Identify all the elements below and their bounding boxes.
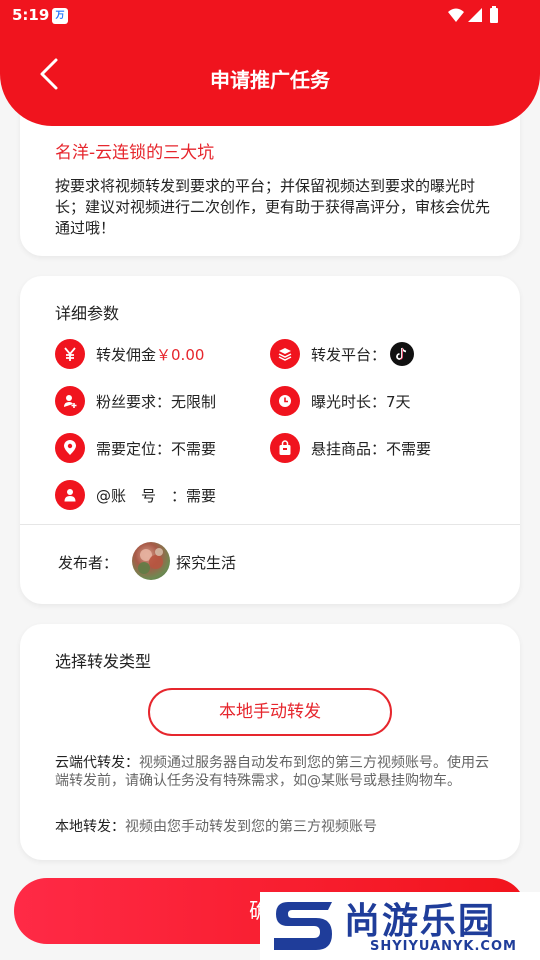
publisher-avatar[interactable] [132,542,170,580]
watermark: 尚游乐园 SHYIYUANYK.COM [260,892,540,960]
forward-type-title: 选择转发类型 [55,652,152,671]
local-forward-text: 视频由您手动转发到您的第三方视频账号 [125,819,377,835]
notification-app-icon: 万 [52,8,68,24]
task-name: 名洋-云连锁的三大坑 [55,143,215,163]
battery-icon [490,8,498,23]
commission-value: ￥0.00 [156,345,205,364]
forward-type-card: 选择转发类型 本地手动转发 云端代转发：视频通过服务器自动发布到您的第三方视频账… [20,624,520,860]
exposure-label: 曝光时长： [311,392,387,411]
divider [20,524,520,525]
goods-value: 不需要 [386,439,432,458]
wifi-icon [448,8,464,22]
page-title: 申请推广任务 [210,68,330,92]
location-label: 需要定位： [96,439,172,458]
cloud-forward-description: 云端代转发：视频通过服务器自动发布到您的第三方视频账号。使用云端转发前，请确认任… [55,754,495,790]
platform-label: 转发平台： [311,345,387,364]
param-platform: 转发平台： [270,339,415,369]
fans-label: 粉丝要求： [96,392,172,411]
status-bar: 5:19 万 [0,0,540,32]
local-forward-button[interactable]: 本地手动转发 [148,688,392,736]
user-add-icon [55,386,85,416]
publisher-name[interactable]: 探究生活 [176,552,236,573]
goods-label: 悬挂商品： [311,439,387,458]
shopping-bag-icon [270,433,300,463]
param-at-account: @账 号 ： 需要 [55,480,216,510]
at-value: 需要 [186,486,217,505]
param-exposure: 曝光时长： 7天 [270,386,411,416]
yen-icon [55,339,85,369]
param-location: 需要定位： 不需要 [55,433,216,463]
watermark-logo-icon [274,902,332,950]
cloud-forward-label: 云端代转发： [55,755,139,771]
tiktok-icon [390,342,415,366]
signal-icon [468,8,482,22]
param-commission: 转发佣金 ￥0.00 [55,339,204,369]
detail-params-card: 详细参数 转发佣金 ￥0.00 转发平台： 粉丝要求： 无限制 曝光时长： 7天 [20,276,520,604]
app-header: 5:19 万 申请推广任务 [0,0,540,126]
status-icons [448,6,498,23]
status-time: 5:19 [12,6,50,24]
params-title: 详细参数 [55,304,120,323]
commission-label: 转发佣金 [96,345,157,364]
task-description: 按要求将视频转发到要求的平台；并保留视频达到要求的曝光时长；建议对视频进行二次创… [55,177,491,237]
watermark-url: SHYIYUANYK.COM [370,939,517,954]
location-pin-icon [55,433,85,463]
local-forward-description: 本地转发：视频由您手动转发到您的第三方视频账号 [55,818,495,836]
layers-icon [270,339,300,369]
param-fans: 粉丝要求： 无限制 [55,386,216,416]
clock-icon [270,386,300,416]
location-value: 不需要 [171,439,217,458]
local-forward-label: 本地转发： [55,819,125,835]
watermark-brand: 尚游乐园 [344,901,497,942]
exposure-value: 7天 [386,392,411,411]
param-goods: 悬挂商品： 不需要 [270,433,431,463]
fans-value: 无限制 [171,392,217,411]
user-icon [55,480,85,510]
publisher-label: 发布者： [58,554,119,572]
at-label: @账 号 ： [96,486,187,505]
